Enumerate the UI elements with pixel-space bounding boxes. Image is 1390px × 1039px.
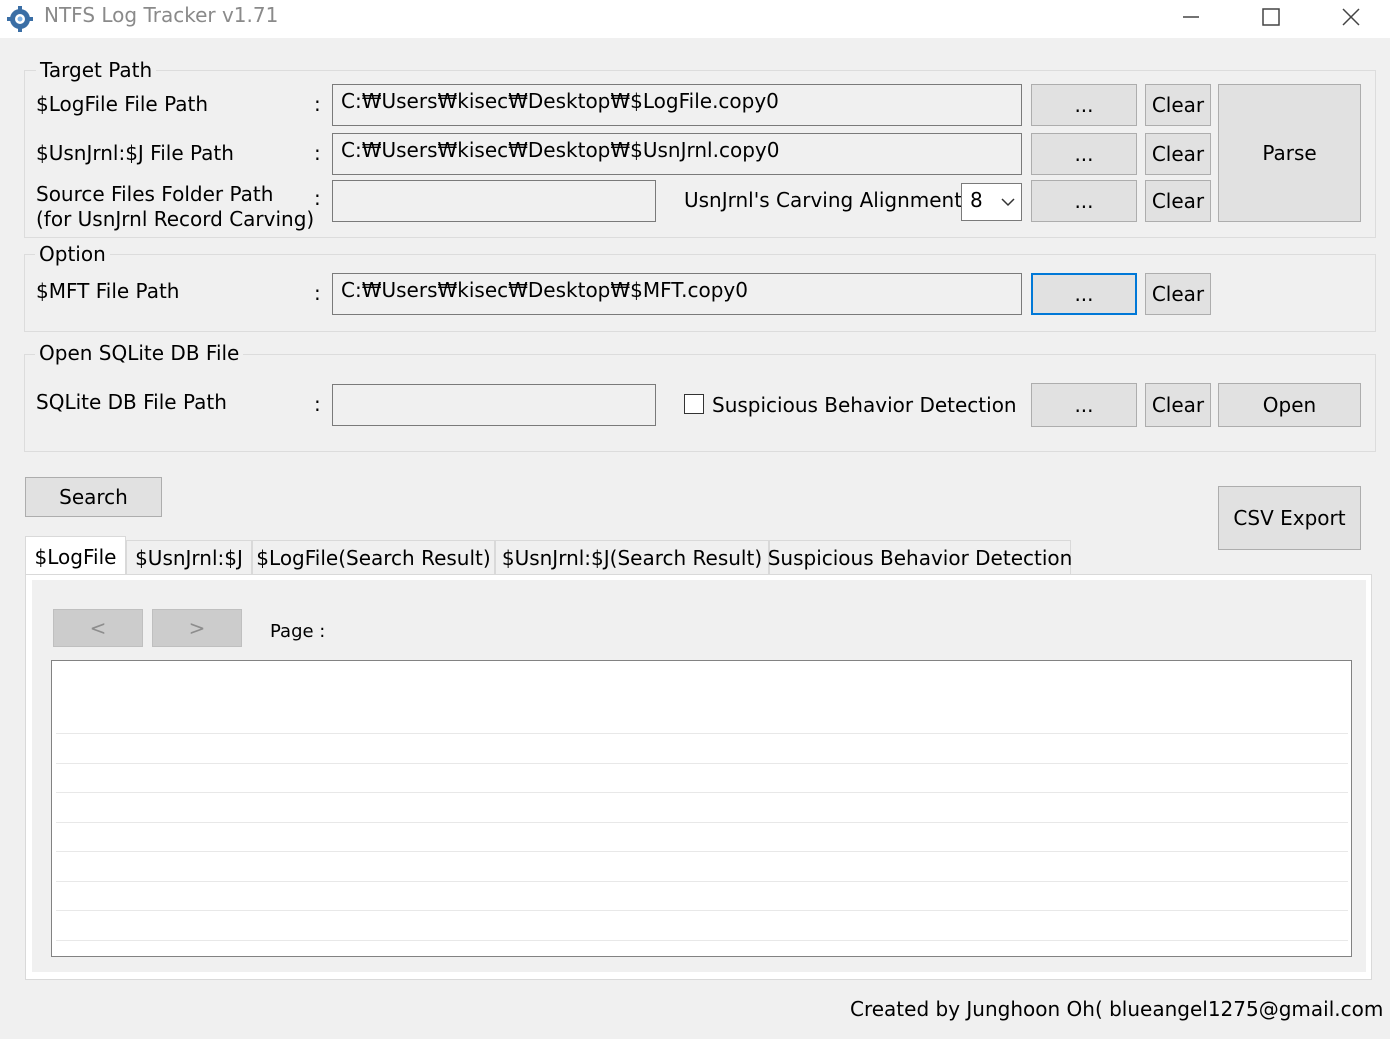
data-grid[interactable] <box>51 660 1352 957</box>
page-label: Page : <box>270 621 326 642</box>
colon: : <box>314 392 321 416</box>
usnjrnl-path-input[interactable]: C:₩Users₩kisec₩Desktop₩$UsnJrnl.copy0 <box>332 133 1022 175</box>
source-folder-sublabel: (for UsnJrnl Record Carving) <box>36 207 315 231</box>
gear-icon <box>6 5 34 33</box>
usnjrnl-path-label: $UsnJrnl:$J File Path <box>36 141 234 165</box>
footer-credit: Created by Junghoon Oh( blueangel1275@gm… <box>850 997 1390 1021</box>
close-button[interactable] <box>1312 0 1390 34</box>
target-path-legend: Target Path <box>36 58 157 82</box>
grid-row-line <box>56 851 1348 852</box>
source-folder-label: Source Files Folder Path <box>36 182 274 206</box>
carving-alignment-value: 8 <box>970 188 983 212</box>
sqlite-path-label: SQLite DB File Path <box>36 390 227 414</box>
logfile-browse-button[interactable]: ... <box>1031 84 1137 126</box>
minimize-button[interactable] <box>1152 0 1230 34</box>
mft-path-label: $MFT File Path <box>36 279 180 303</box>
sqlite-browse-button[interactable]: ... <box>1031 383 1137 427</box>
chevron-down-icon <box>1001 198 1015 207</box>
tab-usnjrnl-search-result[interactable]: $UsnJrnl:$J(Search Result) <box>495 540 769 574</box>
tab-logfile[interactable]: $LogFile <box>25 536 126 576</box>
colon: : <box>314 141 321 165</box>
next-page-button[interactable]: > <box>152 609 242 647</box>
colon: : <box>314 186 321 210</box>
maximize-button[interactable] <box>1232 0 1310 34</box>
tab-suspicious-behavior-detection[interactable]: Suspicious Behavior Detection <box>768 540 1072 574</box>
usnjrnl-clear-button[interactable]: Clear <box>1145 133 1211 175</box>
close-icon <box>1342 8 1360 26</box>
colon: : <box>314 281 321 305</box>
maximize-icon <box>1262 8 1280 26</box>
prev-page-button[interactable]: < <box>53 609 143 647</box>
minimize-icon <box>1183 16 1199 18</box>
mft-path-input[interactable]: C:₩Users₩kisec₩Desktop₩$MFT.copy0 <box>332 273 1022 315</box>
mft-browse-button[interactable]: ... <box>1031 273 1137 315</box>
logfile-clear-button[interactable]: Clear <box>1145 84 1211 126</box>
search-button[interactable]: Search <box>25 477 162 517</box>
carving-alignment-select[interactable]: 8 <box>961 183 1022 221</box>
source-folder-input[interactable] <box>332 180 656 222</box>
grid-row-line <box>56 733 1348 734</box>
sqlite-path-input[interactable] <box>332 384 656 426</box>
suspicious-behavior-label: Suspicious Behavior Detection <box>712 393 1017 417</box>
open-button[interactable]: Open <box>1218 383 1361 427</box>
logfile-path-input[interactable]: C:₩Users₩kisec₩Desktop₩$LogFile.copy0 <box>332 84 1022 126</box>
carving-alignment-label: UsnJrnl's Carving Alignment : <box>684 188 976 212</box>
sqlite-clear-button[interactable]: Clear <box>1145 383 1211 427</box>
grid-row-line <box>56 822 1348 823</box>
mft-clear-button[interactable]: Clear <box>1145 273 1211 315</box>
option-legend: Option <box>35 242 110 266</box>
sqlite-legend: Open SQLite DB File <box>35 341 244 365</box>
colon: : <box>314 92 321 116</box>
source-folder-clear-button[interactable]: Clear <box>1145 180 1211 222</box>
tab-logfile-search-result[interactable]: $LogFile(Search Result) <box>252 540 495 574</box>
csv-export-button[interactable]: CSV Export <box>1218 486 1361 550</box>
suspicious-behavior-checkbox[interactable] <box>684 394 704 414</box>
source-folder-browse-button[interactable]: ... <box>1031 180 1137 222</box>
tab-usnjrnl[interactable]: $UsnJrnl:$J <box>126 540 252 574</box>
grid-row-line <box>56 940 1348 941</box>
logfile-path-label: $LogFile File Path <box>36 92 209 116</box>
usnjrnl-browse-button[interactable]: ... <box>1031 133 1137 175</box>
grid-row-line <box>56 763 1348 764</box>
grid-row-line <box>56 792 1348 793</box>
parse-button[interactable]: Parse <box>1218 84 1361 222</box>
grid-row-line <box>56 881 1348 882</box>
window-title: NTFS Log Tracker v1.71 <box>44 3 279 27</box>
grid-row-line <box>56 910 1348 911</box>
